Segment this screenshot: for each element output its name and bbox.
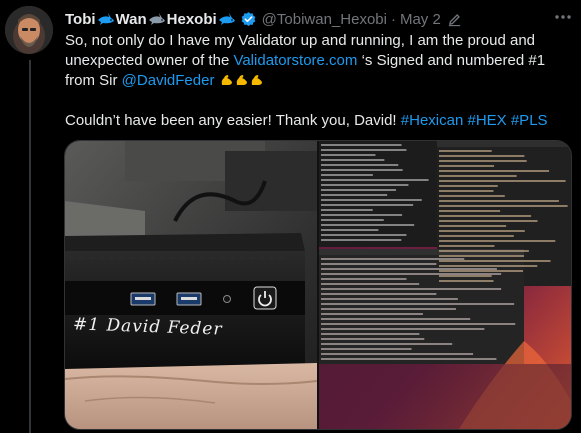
more-icon[interactable] <box>553 10 573 24</box>
verified-badge-icon[interactable] <box>240 11 257 28</box>
tweet-text-segment: Couldn’t have been any easier! Thank you… <box>65 112 401 129</box>
author-handle[interactable]: @Tobiwan_Hexobi <box>262 11 387 28</box>
tweet-text: So, not only do I have my Validator up a… <box>65 31 570 131</box>
photo-validator-device[interactable]: #1 David Feder <box>65 141 317 429</box>
tweet-paragraph-2: Couldn’t have been any easier! Thank you… <box>65 111 570 131</box>
header-separator: · <box>390 10 396 28</box>
thread-line <box>29 60 31 433</box>
author-name-part-1: Tobi <box>65 10 96 28</box>
shark-emoji <box>218 13 235 25</box>
tweet-media[interactable]: #1 David Feder <box>64 140 572 430</box>
hashtag-hexican[interactable]: #Hexican <box>401 112 464 129</box>
terminal-output-left <box>321 143 437 243</box>
hashtag-pls[interactable]: #PLS <box>511 112 548 129</box>
flexed-biceps-emoji <box>251 75 262 85</box>
author-display-name[interactable]: Tobi Wan Hexobi <box>65 11 237 28</box>
shark-emoji <box>148 13 165 25</box>
terminal-output-bottom <box>321 257 521 362</box>
edit-icon[interactable] <box>447 12 462 27</box>
tweet-paragraph-1: So, not only do I have my Validator up a… <box>65 31 570 91</box>
tweet-header: Tobi Wan Hexobi @Tobiwan_Hexobi · May 2 <box>65 8 571 30</box>
flexed-biceps-emoji <box>221 75 232 85</box>
hashtag-hex[interactable]: #HEX <box>467 112 506 129</box>
photo-terminal-screen[interactable] <box>319 141 571 429</box>
link-validatorstore[interactable]: Validatorstore.com <box>233 52 357 69</box>
tweet-date[interactable]: May 2 <box>400 11 441 28</box>
flexed-biceps-emoji <box>236 75 247 85</box>
shark-emoji <box>97 13 114 25</box>
avatar[interactable] <box>5 6 53 54</box>
author-name-part-2: Wan <box>115 10 147 28</box>
mention-davidfeder[interactable]: @DavidFeder <box>122 72 215 89</box>
author-name-part-3: Hexobi <box>166 10 217 28</box>
